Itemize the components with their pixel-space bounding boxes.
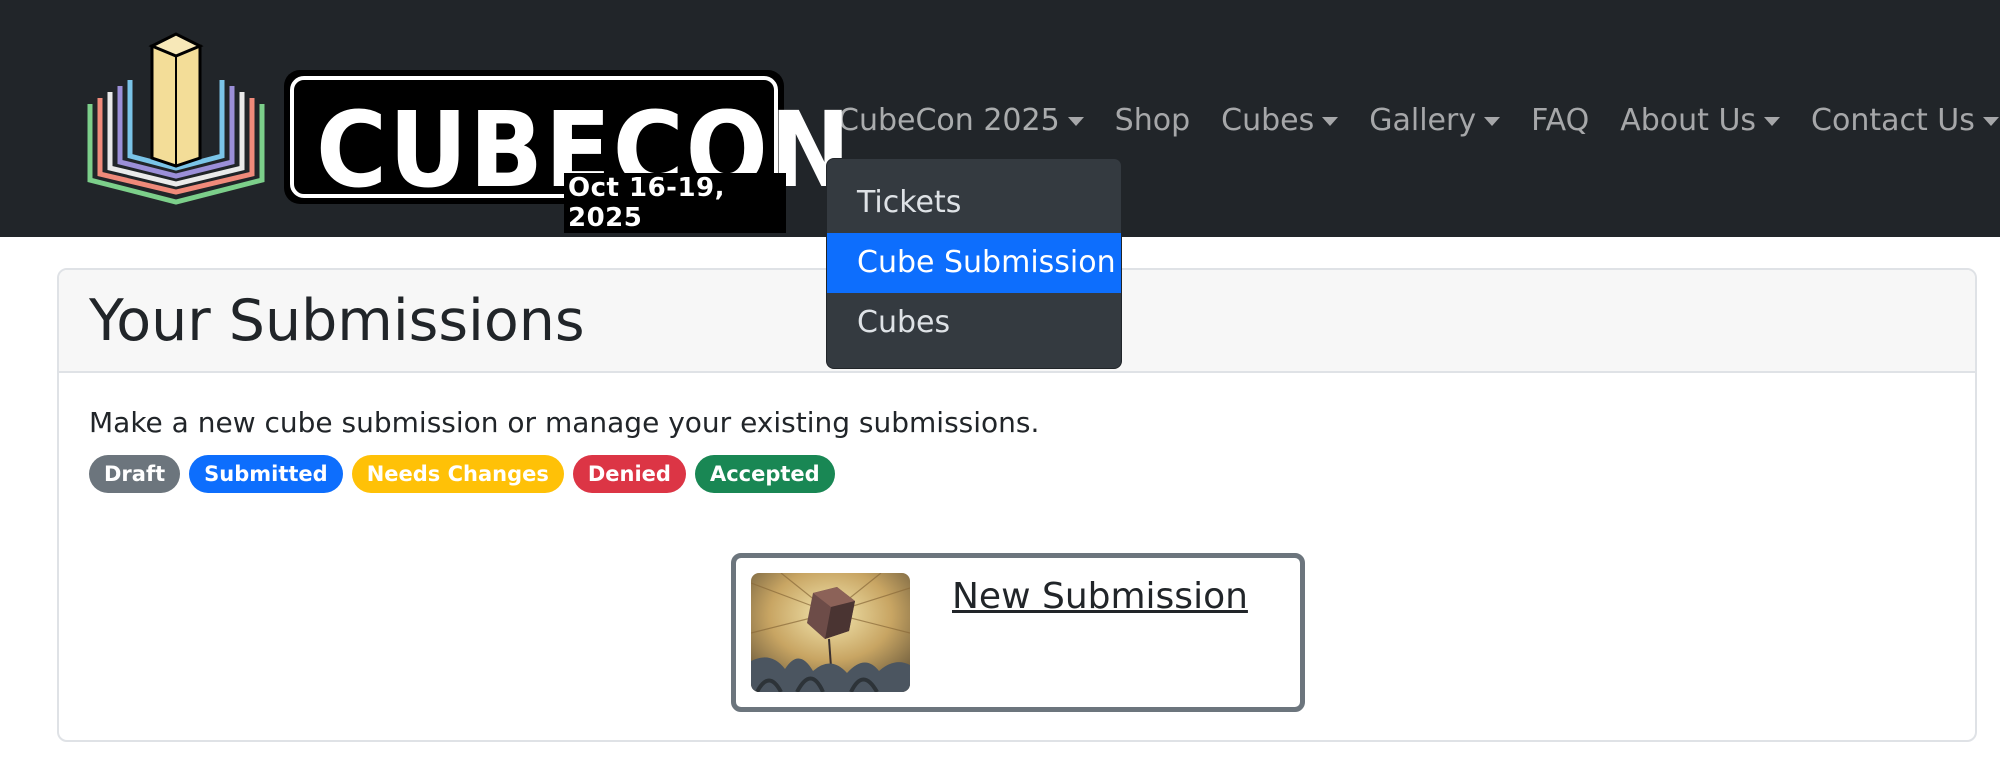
nav-cubecon-2025[interactable]: CubeCon 2025 [838,103,1084,138]
chevron-down-icon [1484,116,1501,126]
new-submission-card[interactable]: New Submission [731,553,1305,712]
status-legend: Draft Submitted Needs Changes Denied Acc… [89,455,844,493]
page-title: Your Submissions [89,288,585,354]
nav-contact-us[interactable]: Contact Us [1811,103,1999,138]
dropdown-item-cube-submission[interactable]: Cube Submission [827,233,1121,293]
status-badge-needs-changes: Needs Changes [351,455,564,493]
nav-label: Gallery [1369,102,1477,138]
chevron-down-icon [1982,116,1999,126]
nav-faq[interactable]: FAQ [1531,103,1589,138]
dropdown-item-tickets[interactable]: Tickets [827,173,1121,233]
cubecon-logo[interactable]: CUBECON Oct 16-19, 2025 [86,32,851,233]
dropdown-item-cubes[interactable]: Cubes [827,293,1121,353]
nav-label: FAQ [1531,102,1590,138]
nav-about-us[interactable]: About Us [1620,102,1781,138]
status-badge-submitted: Submitted [189,455,343,493]
nav-label: Shop [1114,102,1191,138]
chevron-down-icon [1067,116,1084,126]
nav-label: CubeCon 2025 [838,102,1060,138]
cube-logo-icon [87,32,265,205]
main-nav: CubeCon 2025 Shop Cubes Gallery FAQ Abou… [838,96,2000,144]
card-description: Make a new cube submission or manage you… [89,406,1040,439]
cubecon-2025-dropdown: Tickets Cube Submission Cubes [826,158,1122,369]
chevron-down-icon [1764,116,1781,126]
chevron-down-icon [1322,116,1339,126]
nav-label: Cubes [1221,102,1315,138]
status-badge-denied: Denied [572,455,686,493]
status-badge-draft: Draft [89,455,181,493]
logo-date: Oct 16-19, 2025 [564,173,786,233]
nav-shop[interactable]: Shop [1115,103,1190,138]
nav-label: Contact Us [1811,102,1975,138]
new-submission-link[interactable]: New Submission [952,576,1248,617]
nav-label: About Us [1620,102,1757,138]
submission-thumbnail [751,573,910,692]
status-badge-accepted: Accepted [694,455,835,493]
nav-cubes[interactable]: Cubes [1221,102,1339,138]
nav-gallery[interactable]: Gallery [1369,102,1501,138]
